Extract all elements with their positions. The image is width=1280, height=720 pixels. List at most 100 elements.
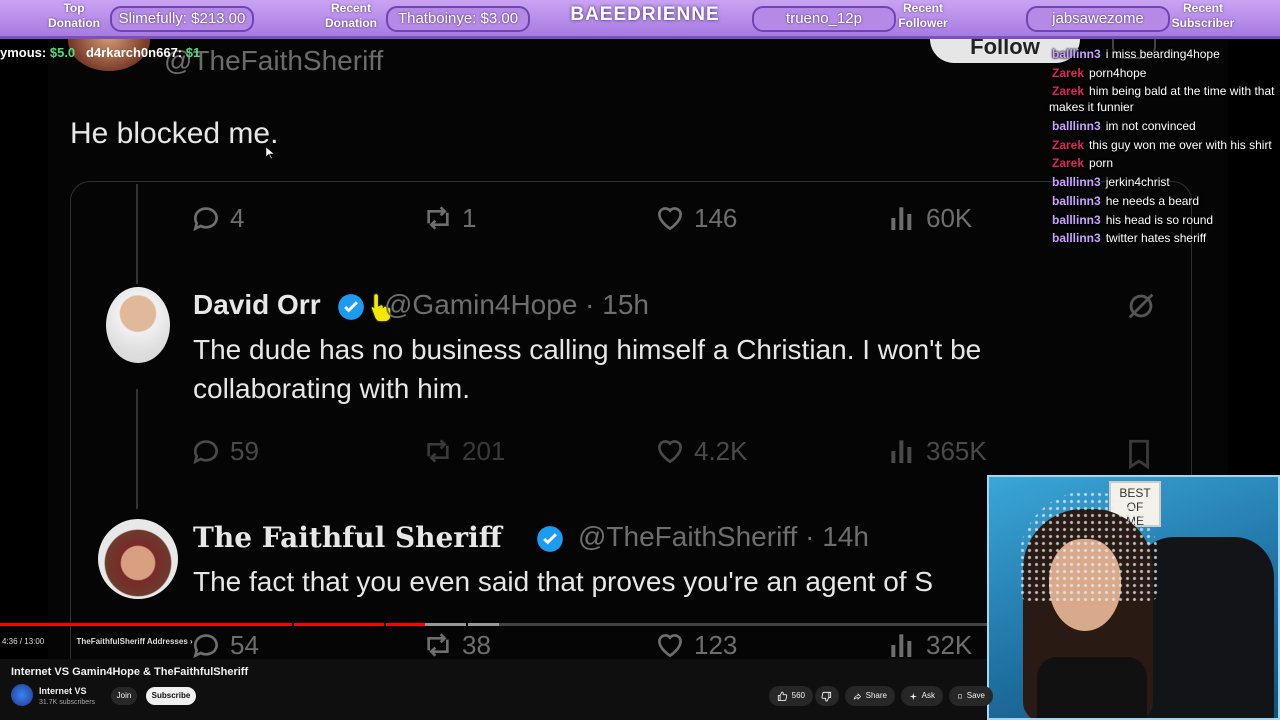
sparkle-icon xyxy=(909,692,917,700)
like-button[interactable]: 560 xyxy=(769,686,813,706)
chat-username: Zarek xyxy=(1052,84,1085,99)
save-icon xyxy=(958,693,962,699)
views-count: 60K xyxy=(926,202,973,233)
sheriff-avatar[interactable] xyxy=(98,519,178,599)
thumbs-up-icon xyxy=(777,691,788,701)
share-button[interactable]: Share xyxy=(845,686,895,706)
reply2-name[interactable]: The Faithful Sheriff xyxy=(193,521,502,554)
david-orr-avatar[interactable] xyxy=(106,287,170,363)
recent-follower-label: Recent Follower xyxy=(898,1,948,30)
thumbs-down-icon xyxy=(821,691,832,702)
chapter-title[interactable]: TheFaithfulSheriff Addresses › xyxy=(77,637,193,646)
retweet-count: 1 xyxy=(462,202,477,233)
reply-count: 59 xyxy=(230,435,259,466)
chat-message: Zarek him being bald at the time with tha… xyxy=(1049,83,1280,115)
dislike-button[interactable] xyxy=(815,686,839,706)
mouse-cursor-icon xyxy=(266,147,274,159)
chat-username: balllinn3 xyxy=(1052,47,1101,61)
reply2-handle-time: @TheFaithSheriff · 14h xyxy=(578,521,869,552)
reply-action[interactable]: 59 xyxy=(190,435,259,467)
chapter-marker xyxy=(292,623,294,626)
ticker-name-2: d4rkarch0n667: xyxy=(86,45,183,60)
progress-fill xyxy=(0,623,425,626)
chat-message: balllinn3 i miss bearding4hope xyxy=(1049,46,1280,62)
views-icon xyxy=(891,440,912,463)
share-label: Share xyxy=(865,691,887,700)
join-button[interactable]: Join xyxy=(111,687,137,705)
verified-badge-icon xyxy=(537,526,563,552)
retweet-action[interactable]: 1 xyxy=(422,202,476,234)
chat-message: balllinn3 im not convinced xyxy=(1049,118,1280,134)
reply1-text: The dude has no business calling himself… xyxy=(193,334,982,404)
channel-name[interactable]: Internet VS xyxy=(39,686,87,696)
like-action[interactable]: 123 xyxy=(654,629,737,659)
save-label: Save xyxy=(966,691,985,700)
chat-message: Zarek this guy won me over with his shirt xyxy=(1049,137,1280,153)
like-action[interactable]: 146 xyxy=(654,202,737,234)
top-tweet-text: He blocked me. xyxy=(70,117,279,150)
ticker-amount-2: $1 xyxy=(185,45,201,60)
chat-text: he needs a beard xyxy=(1105,193,1200,208)
recent-subscriber-label: Recent Subscriber xyxy=(1171,1,1235,30)
reply-action[interactable]: 54 xyxy=(190,629,259,659)
stream-top-bar: Top Donation Slimefully: $213.00 Recent … xyxy=(0,0,1280,39)
retweet-action[interactable]: 201 xyxy=(422,435,505,467)
retweet-action[interactable]: 38 xyxy=(422,629,491,659)
top-donation-value: Slimefully: $213.00 xyxy=(110,6,254,32)
retweet-icon xyxy=(427,206,449,230)
top-donation-label: Top Donation xyxy=(48,1,100,30)
reply-icon xyxy=(193,207,218,232)
recent-follower-value: trueno_12p xyxy=(752,6,896,32)
streamer-top xyxy=(1037,657,1147,718)
views-action[interactable]: 365K xyxy=(886,435,987,467)
ask-button[interactable]: Ask xyxy=(901,686,943,706)
like-count: 560 xyxy=(791,691,805,700)
channel-avatar[interactable] xyxy=(11,684,33,706)
video-title: Internet VS Gamin4Hope & TheFaithfulSher… xyxy=(11,666,249,678)
reply-action[interactable]: 4 xyxy=(190,202,244,234)
grok-icon[interactable] xyxy=(1124,289,1158,323)
retweet-count: 201 xyxy=(462,435,506,466)
subscribe-button[interactable]: Subscribe xyxy=(146,687,196,705)
thread-line xyxy=(136,184,138,284)
donation-ticker: ymous: $5.0 d4rkarch0n667: $1 xyxy=(0,45,200,60)
chat-username: balllinn3 xyxy=(1052,212,1101,227)
like-count: 4.2K xyxy=(694,435,748,466)
recent-subscriber-value: jabsawezome xyxy=(1026,6,1170,32)
chat-username: balllinn3 xyxy=(1052,193,1101,208)
like-count: 146 xyxy=(694,202,738,233)
views-action[interactable]: 60K xyxy=(886,202,972,234)
views-icon xyxy=(891,207,912,230)
chat-message: balllinn3 twitter hates sheriff xyxy=(1049,230,1280,246)
views-count: 365K xyxy=(926,435,987,466)
webcam-overlay: BEST OF ME xyxy=(987,475,1280,720)
chat-message: balllinn3 jerkin4christ xyxy=(1049,174,1280,190)
chapter-marker xyxy=(384,623,386,626)
retweet-count: 38 xyxy=(462,629,491,660)
chat-username: Zarek xyxy=(1052,137,1085,152)
reply1-actions: 59 201 4.2K 365K xyxy=(190,435,1010,471)
chat-overlay: balllinn3 i miss bearding4hope Zarek porn4h… xyxy=(1049,46,1280,249)
chat-text: porn4hope xyxy=(1089,65,1147,80)
views-icon xyxy=(891,634,912,657)
ticker-amount-1: $5.0 xyxy=(49,45,76,60)
reply-count: 4 xyxy=(230,202,245,233)
like-action[interactable]: 4.2K xyxy=(654,435,748,467)
views-count: 32K xyxy=(926,629,973,660)
ask-label: Ask xyxy=(921,691,935,700)
heart-icon xyxy=(657,440,683,464)
chat-message: balllinn3 his head is so round xyxy=(1049,212,1280,228)
chat-username: Zarek xyxy=(1052,65,1085,80)
top-tweet-actions: 4 1 146 60K xyxy=(190,202,1010,238)
save-button[interactable]: Save xyxy=(949,686,993,706)
chat-message: balllinn3 he needs a beard xyxy=(1049,193,1280,209)
reply-count: 54 xyxy=(230,629,259,660)
reply-icon xyxy=(193,440,218,465)
thread-line xyxy=(136,389,138,509)
bookmark-icon[interactable] xyxy=(1122,437,1156,471)
verified-badge-icon xyxy=(338,294,364,320)
chat-text: jerkin4christ xyxy=(1105,175,1170,190)
views-action[interactable]: 32K xyxy=(886,629,972,659)
reply1-name[interactable]: David Orr xyxy=(193,289,321,321)
chat-text: this guy won me over with his shirt xyxy=(1089,137,1272,152)
